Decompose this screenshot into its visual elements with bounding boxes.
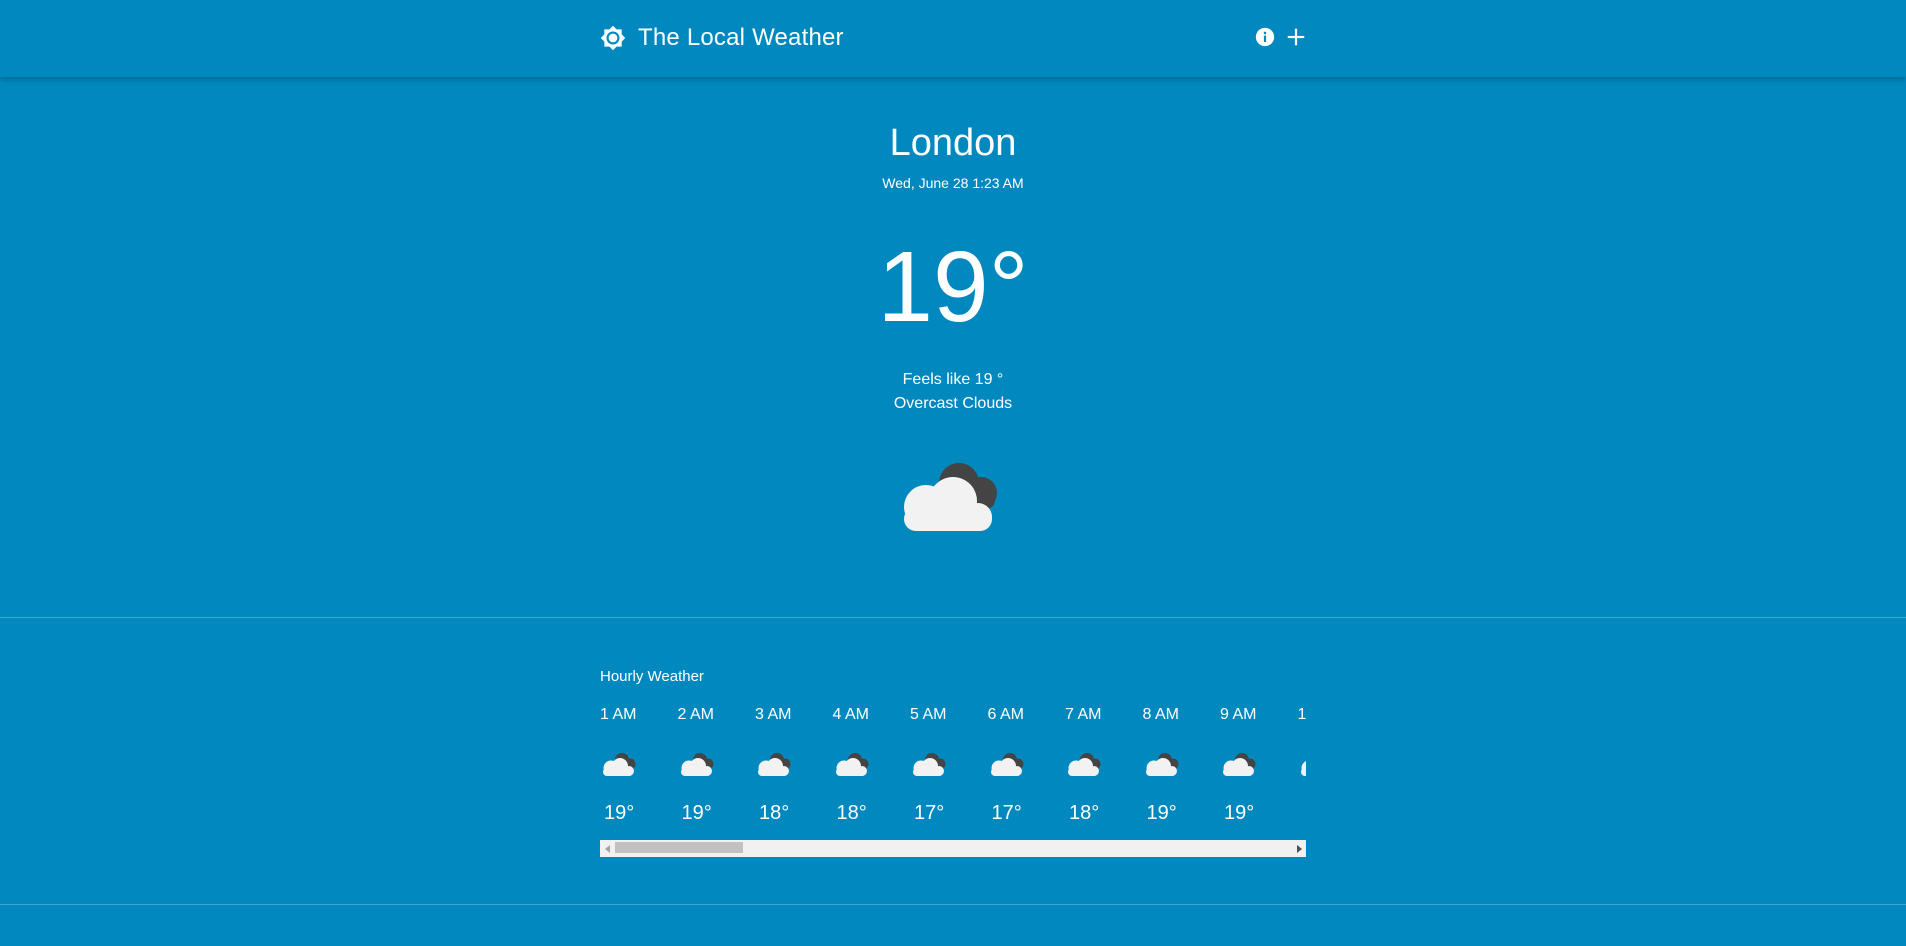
sun-icon xyxy=(600,25,626,51)
city-name: London xyxy=(889,122,1017,164)
current-weather: London Wed, June 28 1:23 AM 19° Feels li… xyxy=(0,77,1906,617)
section-divider xyxy=(0,904,1906,905)
hour-time: 9 AM xyxy=(1220,706,1257,723)
hour-time: 5 AM xyxy=(910,706,947,723)
hour-time: 4 AM xyxy=(832,706,869,723)
hour-temp: 19° xyxy=(681,802,712,824)
hourly-title: Hourly Weather xyxy=(600,668,704,685)
overcast-clouds-icon xyxy=(678,750,716,778)
top-actions xyxy=(1254,25,1308,49)
current-temperature: 19° xyxy=(877,231,1029,343)
overcast-clouds-icon xyxy=(910,750,948,778)
hour-temp: 19° xyxy=(1224,802,1255,824)
hour-temp: 18° xyxy=(1069,802,1100,824)
hour-time: 2 AM xyxy=(677,706,714,723)
hour-temp: 19° xyxy=(1146,802,1177,824)
overcast-clouds-icon xyxy=(988,750,1026,778)
hour-temp: 17° xyxy=(991,802,1022,824)
hour-time: 7 AM xyxy=(1065,706,1102,723)
top-app-bar: The Local Weather xyxy=(0,0,1906,77)
feels-like: Feels like 19 ° xyxy=(902,371,1004,388)
hourly-scroller[interactable]: 1 AM 19° 2 AM 19° 3 AM 18° 4 AM 18° 5 AM 17° 6 AM 1… xyxy=(600,706,1306,824)
scroll-left-arrow-icon[interactable] xyxy=(600,840,615,857)
scrollbar-thumb[interactable] xyxy=(615,842,743,853)
overcast-clouds-icon xyxy=(600,750,638,778)
overcast-clouds-icon xyxy=(833,750,871,778)
app-title: The Local Weather xyxy=(638,24,844,51)
overcast-clouds-icon xyxy=(1143,750,1181,778)
info-icon[interactable] xyxy=(1254,26,1276,48)
hour-temp: 17° xyxy=(914,802,945,824)
scroll-right-arrow-icon[interactable] xyxy=(1291,840,1306,857)
brand: The Local Weather xyxy=(600,22,844,54)
overcast-clouds-icon xyxy=(1065,750,1103,778)
overcast-clouds-icon xyxy=(1220,750,1258,778)
current-datetime: Wed, June 28 1:23 AM xyxy=(882,175,1024,191)
hour-time: 1 xyxy=(1297,706,1307,723)
hour-time: 1 AM xyxy=(600,706,637,723)
hour-time: 3 AM xyxy=(755,706,792,723)
hour-time: 6 AM xyxy=(987,706,1024,723)
add-icon[interactable] xyxy=(1284,25,1308,49)
overcast-clouds-icon xyxy=(1298,750,1306,778)
weather-description: Overcast Clouds xyxy=(893,395,1013,412)
hour-temp: 18° xyxy=(759,802,790,824)
hour-temp: 18° xyxy=(836,802,867,824)
section-divider xyxy=(0,617,1906,618)
horizontal-scrollbar[interactable] xyxy=(600,840,1306,857)
overcast-clouds-icon xyxy=(755,750,793,778)
hour-time: 8 AM xyxy=(1142,706,1179,723)
overcast-clouds-icon xyxy=(904,463,997,531)
hourly-list: 1 AM 19° 2 AM 19° 3 AM 18° 4 AM 18° 5 AM 17° 6 AM 1… xyxy=(600,706,1306,824)
hour-temp: 19° xyxy=(604,802,635,824)
